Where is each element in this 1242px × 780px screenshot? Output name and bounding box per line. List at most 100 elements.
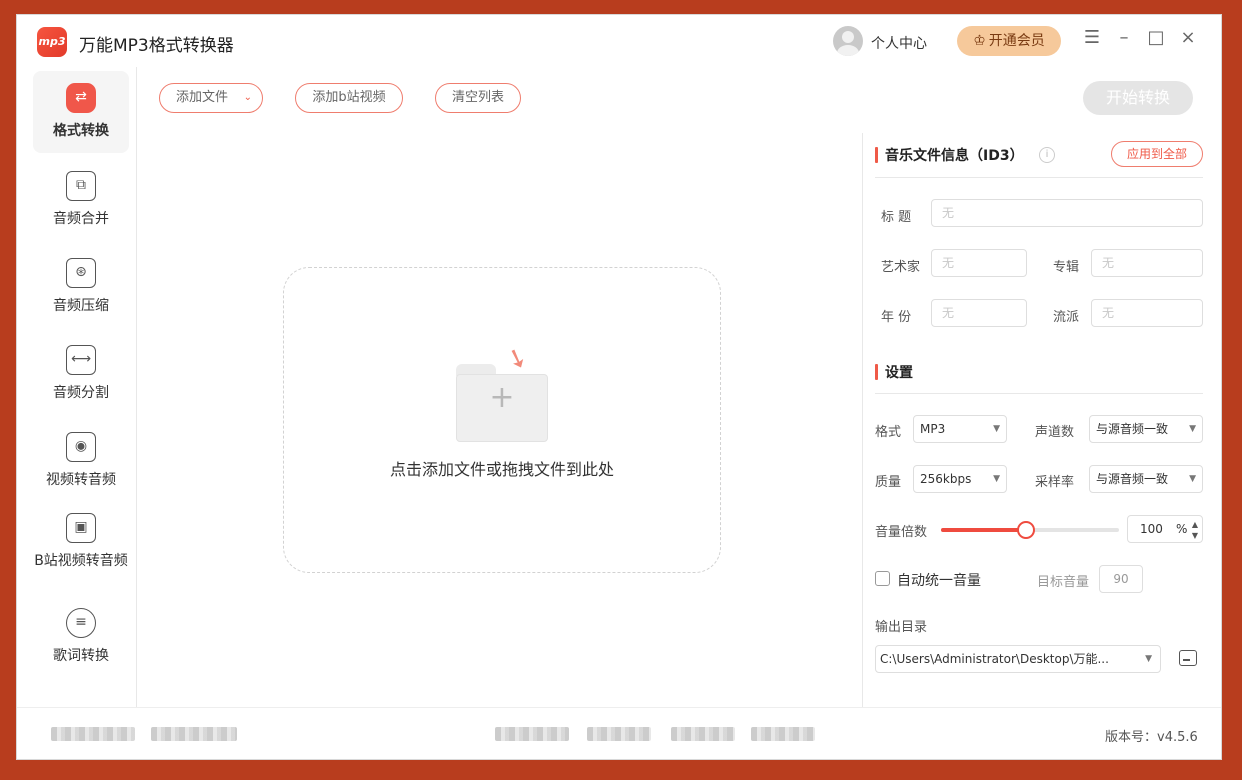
footer: 版本号：v4.5.6 [17, 707, 1221, 759]
artist-label: 艺术家 [881, 260, 921, 275]
sidebar-item-label: 音频分割 [53, 385, 109, 401]
avatar[interactable] [833, 26, 863, 56]
format-convert-icon: ⇄ [66, 83, 96, 113]
settings-section-title: 设置 [875, 362, 913, 382]
album-label: 专辑 [1053, 260, 1080, 275]
open-vip-button[interactable]: ♔ 开通会员 [957, 26, 1061, 56]
format-select[interactable]: MP3 ▼ [913, 415, 1007, 443]
app-title: 万能MP3格式转换器 [79, 36, 234, 56]
sidebar-item-audio-compress[interactable]: ⊛ 音频压缩 [33, 258, 129, 317]
version-label: 版本号：v4.5.6 [1105, 730, 1198, 745]
arrow-icon: ➘ [501, 341, 533, 377]
add-bilibili-button[interactable]: 添加b站视频 [295, 83, 403, 113]
album-field[interactable]: 无 [1091, 249, 1203, 277]
audio-compress-icon: ⊛ [66, 258, 96, 288]
lyrics-icon: ≡ [66, 608, 96, 638]
channels-label: 声道数 [1035, 425, 1075, 440]
sidebar-item-video-to-audio[interactable]: ◉ 视频转音频 [33, 432, 129, 491]
panel-divider [862, 133, 863, 707]
app-logo: mp3 [37, 27, 67, 57]
volume-slider[interactable] [941, 521, 1119, 539]
clear-list-button[interactable]: 清空列表 [435, 83, 521, 113]
target-volume-field[interactable]: 90 [1099, 565, 1143, 593]
divider [875, 393, 1203, 394]
close-icon[interactable]: × [1177, 27, 1199, 48]
title-label: 标 题 [881, 210, 912, 225]
quality-value: 256kbps [920, 472, 972, 486]
apply-to-all-button[interactable]: 应用到全部 [1111, 141, 1203, 167]
sidebar-item-lyrics[interactable]: ≡ 歌词转换 [33, 608, 129, 667]
bilibili-icon: ▣ [66, 513, 96, 543]
quality-label: 质量 [875, 475, 902, 490]
divider [875, 177, 1203, 178]
open-folder-icon[interactable] [1179, 650, 1197, 666]
blurred-text [495, 727, 569, 741]
output-dir-select[interactable]: C:\Users\Administrator\Desktop\万能... ▼ [875, 645, 1161, 673]
add-file-label: 添加文件 [176, 90, 229, 105]
target-volume-label: 目标音量 [1037, 575, 1090, 590]
user-center-link[interactable]: 个人中心 [871, 33, 927, 53]
sidebar-item-audio-merge[interactable]: ⧉ 音频合并 [33, 171, 129, 230]
add-folder-icon: + ➘ [456, 341, 548, 442]
genre-label: 流派 [1053, 310, 1080, 325]
sidebar-divider [136, 67, 137, 707]
artist-field[interactable]: 无 [931, 249, 1027, 277]
minimize-icon[interactable]: – [1113, 27, 1135, 48]
sidebar-item-format-convert[interactable]: ⇄ 格式转换 [33, 71, 129, 153]
sample-rate-label: 采样率 [1035, 475, 1075, 490]
sample-rate-value: 与源音频一致 [1096, 472, 1169, 486]
title-field[interactable]: 无 [931, 199, 1203, 227]
maximize-icon[interactable]: □ [1145, 27, 1167, 48]
sidebar-item-bilibili[interactable]: ▣ B站视频转音频 [33, 513, 129, 572]
blurred-text [671, 727, 735, 741]
add-file-button[interactable]: 添加文件 ⌄ [159, 83, 263, 113]
volume-slider-thumb[interactable] [1017, 521, 1036, 539]
info-icon[interactable]: i [1039, 147, 1055, 163]
output-dir-label: 输出目录 [875, 620, 928, 635]
sidebar-item-audio-split[interactable]: ⟷ 音频分割 [33, 345, 129, 404]
id3-section-title: 音乐文件信息（ID3） [875, 145, 1024, 165]
auto-normalize-checkbox[interactable] [875, 571, 890, 586]
year-label: 年 份 [881, 310, 912, 325]
output-dir-value: C:\Users\Administrator\Desktop\万能... [880, 652, 1109, 666]
sidebar-item-label: 音频压缩 [53, 298, 109, 314]
caret-down-icon: ▼ [1189, 474, 1196, 484]
sidebar-item-label: 歌词转换 [53, 648, 109, 664]
blurred-text [587, 727, 651, 741]
file-drop-zone[interactable]: + ➘ 点击添加文件或拖拽文件到此处 [283, 267, 721, 573]
sidebar-item-label: 音频合并 [53, 211, 109, 227]
sample-rate-select[interactable]: 与源音频一致 ▼ [1089, 465, 1203, 493]
format-value: MP3 [920, 422, 946, 436]
sidebar: ⇄ 格式转换 ⧉ 音频合并 ⊛ 音频压缩 ⟷ 音频分割 ◉ 视频转音频 ▣ B站… [17, 67, 137, 707]
volume-slider-fill [941, 528, 1027, 532]
crown-icon: ♔ [973, 33, 986, 49]
volume-input[interactable]: 100 % ▲ ▼ [1127, 515, 1203, 543]
vip-label: 开通会员 [988, 33, 1045, 49]
title-bar: mp3 万能MP3格式转换器 个人中心 ♔ 开通会员 ☰ – □ × [17, 15, 1221, 67]
drop-zone-text: 点击添加文件或拖拽文件到此处 [389, 460, 614, 479]
caret-down-icon: ▼ [1189, 424, 1196, 434]
format-label: 格式 [875, 425, 902, 440]
volume-value: 100 [1140, 522, 1163, 536]
sidebar-item-label: B站视频转音频 [34, 553, 128, 569]
quality-select[interactable]: 256kbps ▼ [913, 465, 1007, 493]
year-field[interactable]: 无 [931, 299, 1027, 327]
auto-normalize-label: 自动统一音量 [897, 573, 981, 589]
audio-split-icon: ⟷ [66, 345, 96, 375]
volume-unit: % [1176, 522, 1188, 536]
spinner-icon[interactable]: ▲ ▼ [1192, 516, 1198, 541]
start-convert-button[interactable]: 开始转换 [1083, 81, 1193, 115]
channels-select[interactable]: 与源音频一致 ▼ [1089, 415, 1203, 443]
chevron-down-icon: ⌄ [243, 92, 252, 103]
menu-icon[interactable]: ☰ [1081, 27, 1103, 48]
caret-down-icon: ▼ [993, 424, 1000, 434]
volume-label: 音量倍数 [875, 525, 928, 540]
blurred-text [751, 727, 815, 741]
video-to-audio-icon: ◉ [66, 432, 96, 462]
sidebar-item-label: 格式转换 [53, 123, 109, 139]
blurred-text [51, 727, 135, 741]
genre-field[interactable]: 无 [1091, 299, 1203, 327]
caret-down-icon: ▼ [1145, 646, 1152, 672]
channels-value: 与源音频一致 [1096, 422, 1169, 436]
caret-down-icon: ▼ [993, 474, 1000, 484]
